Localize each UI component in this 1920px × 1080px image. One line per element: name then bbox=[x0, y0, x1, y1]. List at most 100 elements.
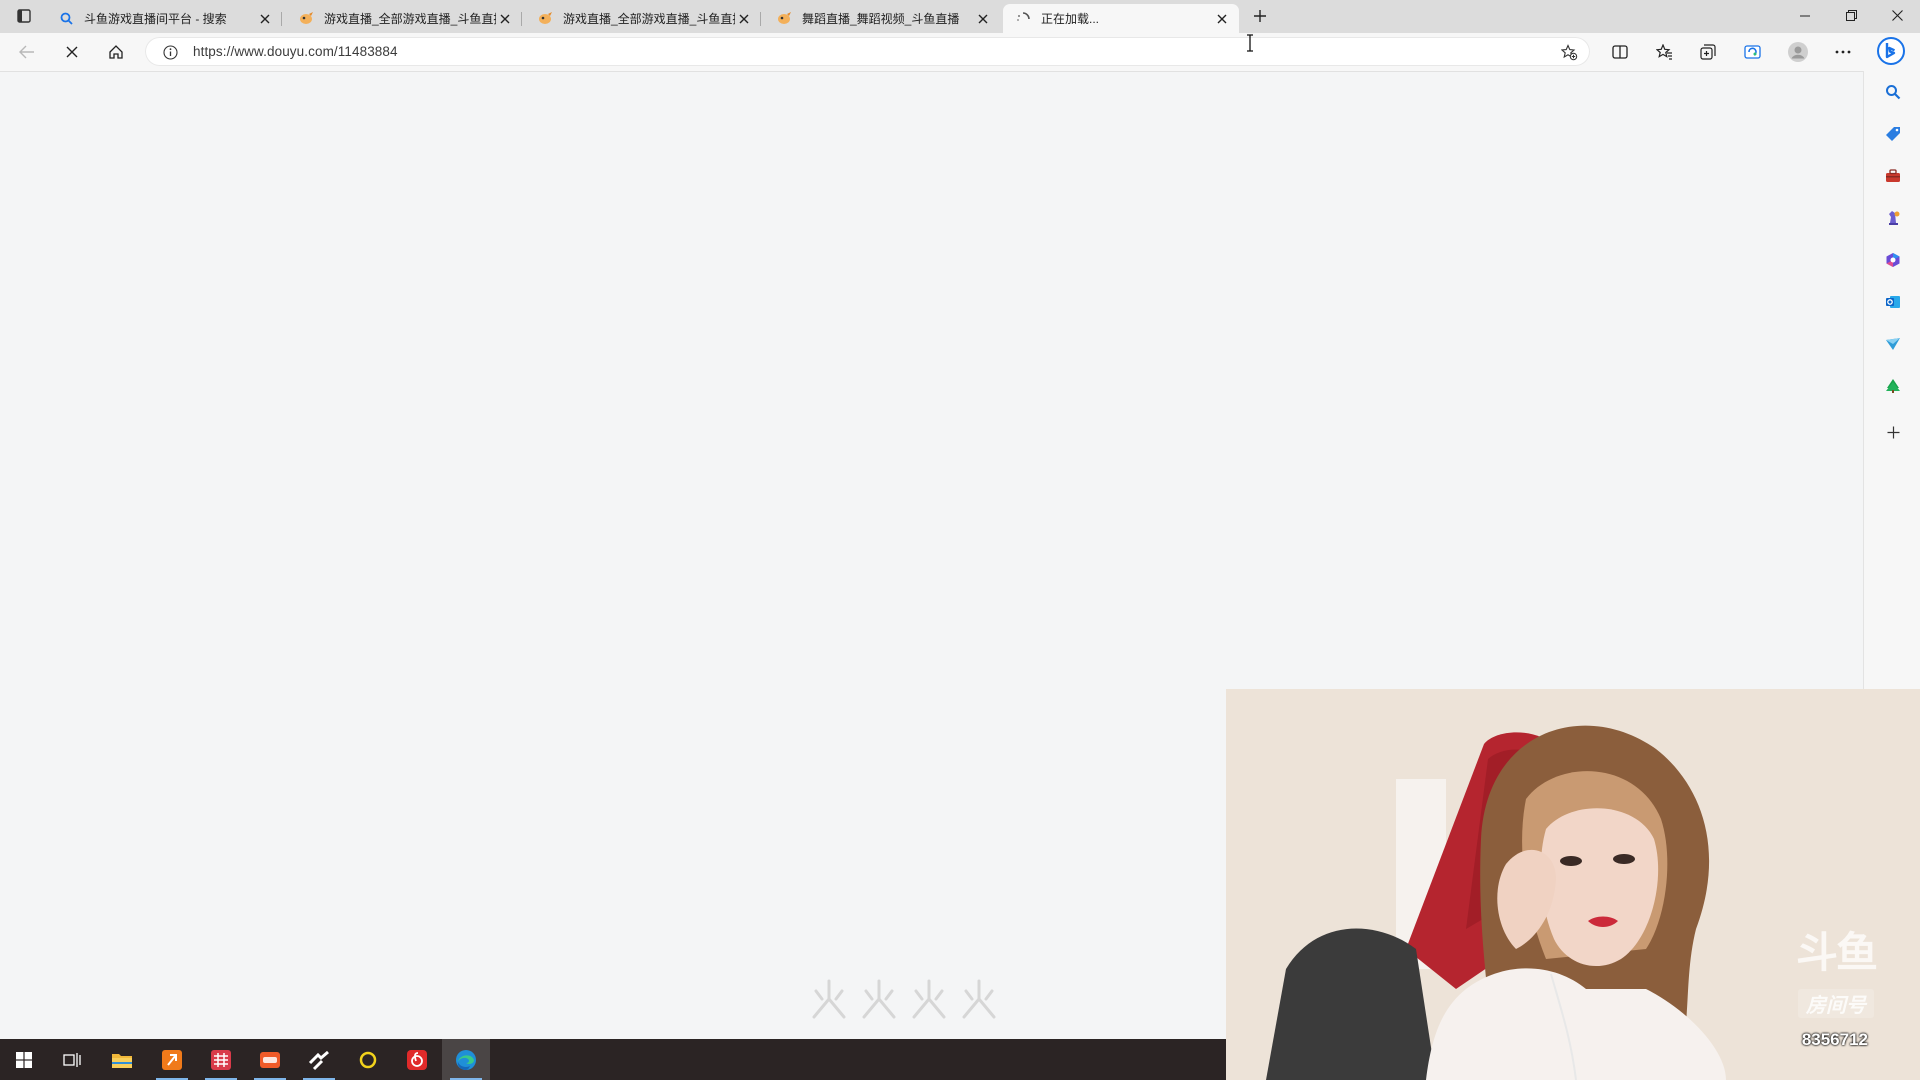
sidebar-tree-button[interactable] bbox=[1882, 375, 1904, 397]
home-button[interactable] bbox=[101, 38, 131, 66]
outlook-icon bbox=[1886, 296, 1900, 308]
toolbox-icon bbox=[1886, 169, 1900, 182]
stream-video-frame bbox=[1226, 689, 1920, 1080]
restore-icon bbox=[1845, 10, 1857, 21]
profile-button[interactable] bbox=[1783, 38, 1813, 66]
stop-loading-button[interactable] bbox=[57, 38, 87, 66]
tab-actions-icon bbox=[17, 9, 31, 23]
tab-title: 游戏直播_全部游戏直播_斗鱼直播 bbox=[324, 12, 496, 26]
fire-icon bbox=[912, 979, 946, 1019]
taskbar-app-orange-badge[interactable] bbox=[246, 1039, 294, 1080]
new-tab-button[interactable] bbox=[1246, 5, 1274, 27]
tab-title: 斗鱼游戏直播间平台 - 搜索 bbox=[84, 12, 227, 26]
bing-chat-button[interactable] bbox=[1876, 36, 1906, 66]
close-tab-icon[interactable] bbox=[1213, 10, 1231, 28]
plus-icon bbox=[1254, 10, 1266, 22]
app-orange-icon bbox=[162, 1049, 182, 1070]
tab-title: 舞蹈直播_舞蹈视频_斗鱼直播 bbox=[802, 12, 960, 26]
fire-icon bbox=[812, 979, 846, 1019]
app-orange-badge-icon bbox=[260, 1051, 280, 1068]
address-url[interactable]: https://www.douyu.com/11483884 bbox=[193, 44, 398, 59]
address-bar[interactable]: https://www.douyu.com/11483884 bbox=[145, 37, 1590, 66]
site-info-icon[interactable] bbox=[161, 43, 179, 61]
browser-toolbar: https://www.douyu.com/11483884 bbox=[0, 33, 1920, 72]
start-icon bbox=[16, 1051, 32, 1068]
app-red-grid-icon bbox=[211, 1049, 231, 1070]
file-explorer-icon bbox=[112, 1053, 132, 1068]
douyu-favicon bbox=[537, 11, 553, 27]
task-view-button[interactable] bbox=[48, 1039, 96, 1080]
taskbar-app-yellow-circle[interactable] bbox=[344, 1039, 392, 1080]
sidebar-games-button[interactable] bbox=[1882, 207, 1904, 229]
close-tab-icon[interactable] bbox=[256, 10, 274, 28]
collections-button[interactable] bbox=[1693, 38, 1723, 66]
taskbar-netease-music[interactable] bbox=[393, 1039, 441, 1080]
loading-spinner-icon bbox=[1015, 11, 1031, 27]
taskbar-file-explorer[interactable] bbox=[98, 1039, 146, 1080]
back-button[interactable] bbox=[12, 38, 42, 66]
fire-icon bbox=[862, 979, 896, 1019]
tab-2[interactable]: 游戏直播_全部游戏直播_斗鱼直播 bbox=[286, 4, 522, 33]
restore-button[interactable] bbox=[1828, 0, 1874, 31]
sidebar-drop-button[interactable] bbox=[1882, 333, 1904, 355]
taskbar-app-orange[interactable] bbox=[148, 1039, 196, 1080]
close-icon bbox=[1891, 10, 1903, 21]
app-arrow-icon bbox=[308, 1050, 329, 1070]
chess-piece-icon bbox=[1889, 211, 1900, 225]
app-yellow-circle-icon bbox=[359, 1051, 377, 1068]
close-tab-icon[interactable] bbox=[735, 10, 753, 28]
add-favorite-icon[interactable] bbox=[1560, 43, 1578, 61]
douyu-favicon bbox=[298, 11, 314, 27]
close-tab-icon[interactable] bbox=[974, 10, 992, 28]
taskbar-edge[interactable] bbox=[442, 1039, 490, 1080]
minimize-button[interactable] bbox=[1782, 0, 1828, 31]
send-paper-plane-icon bbox=[1886, 338, 1900, 350]
room-number-value: 8356712 bbox=[1801, 1030, 1868, 1049]
search-icon bbox=[1886, 85, 1901, 100]
minimize-icon bbox=[1800, 15, 1810, 16]
edge-icon bbox=[456, 1049, 476, 1070]
split-screen-icon bbox=[1612, 45, 1628, 59]
sidebar-outlook-button[interactable] bbox=[1882, 291, 1904, 313]
microsoft365-icon bbox=[1886, 253, 1900, 267]
more-dots-icon bbox=[1835, 50, 1851, 54]
sidebar-search-button[interactable] bbox=[1882, 81, 1904, 103]
home-icon bbox=[109, 45, 123, 59]
tab-4[interactable]: 舞蹈直播_舞蹈视频_斗鱼直播 bbox=[764, 4, 1000, 33]
taskbar-app-red-grid[interactable] bbox=[197, 1039, 245, 1080]
sidebar-shopping-button[interactable] bbox=[1882, 123, 1904, 145]
plus-icon bbox=[1887, 426, 1899, 438]
sidebar-add-button[interactable] bbox=[1882, 421, 1904, 443]
shopping-tag-icon bbox=[1886, 127, 1900, 141]
floating-video-player[interactable]: 斗鱼 房间号 8356712 bbox=[1226, 689, 1920, 1080]
douyu-favicon bbox=[776, 11, 792, 27]
avatar-icon bbox=[1788, 42, 1808, 62]
favorites-button[interactable] bbox=[1649, 38, 1679, 66]
tree-icon bbox=[1886, 379, 1900, 393]
extension-button[interactable] bbox=[1737, 38, 1767, 66]
tab-5-active[interactable]: 正在加载... bbox=[1003, 4, 1239, 33]
text-cursor-icon bbox=[1247, 34, 1253, 52]
collections-icon bbox=[1700, 44, 1716, 60]
tab-3[interactable]: 游戏直播_全部游戏直播_斗鱼直播 bbox=[525, 4, 761, 33]
favorites-star-icon bbox=[1655, 44, 1672, 60]
douyu-watermark-logo: 斗鱼 bbox=[1795, 928, 1878, 977]
arrow-left-icon bbox=[19, 45, 34, 59]
bing-icon bbox=[1877, 37, 1905, 65]
search-icon bbox=[58, 11, 74, 27]
task-view-icon bbox=[63, 1052, 81, 1067]
start-button[interactable] bbox=[0, 1039, 48, 1080]
windows-taskbar bbox=[0, 1039, 1226, 1080]
browser-tab-strip: 斗鱼游戏直播间平台 - 搜索 游戏直播_全部游戏直播_斗鱼直播 游戏直播_全部游… bbox=[0, 0, 1920, 33]
netease-music-icon bbox=[407, 1049, 427, 1070]
sidebar-office-button[interactable] bbox=[1882, 249, 1904, 271]
close-tab-icon[interactable] bbox=[496, 10, 514, 28]
taskbar-app-arrow[interactable] bbox=[295, 1039, 343, 1080]
split-screen-button[interactable] bbox=[1605, 38, 1635, 66]
tab-actions-button[interactable] bbox=[10, 5, 38, 27]
tab-1[interactable]: 斗鱼游戏直播间平台 - 搜索 bbox=[46, 4, 282, 33]
settings-more-button[interactable] bbox=[1828, 38, 1858, 66]
close-icon bbox=[66, 46, 78, 58]
sidebar-tools-button[interactable] bbox=[1882, 165, 1904, 187]
close-window-button[interactable] bbox=[1874, 0, 1920, 31]
